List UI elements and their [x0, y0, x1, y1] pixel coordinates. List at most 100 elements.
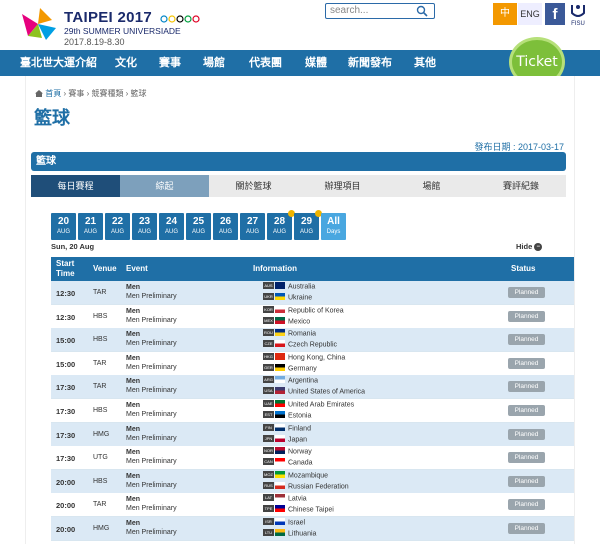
table-row[interactable]: 15:00 HBS Men Men Preliminary ROU Romania CZE C… [51, 328, 574, 353]
nav-item-news[interactable]: 新聞發布 [348, 50, 392, 76]
row-team-2[interactable]: EST Estonia [263, 411, 311, 419]
date-button[interactable]: 29 AUG [294, 210, 322, 240]
row-team-2[interactable]: JPN Japan [263, 434, 307, 443]
row-team-1[interactable]: ARG Argentina [263, 376, 318, 385]
row-team-1[interactable]: KOR Republic of Korea [263, 305, 344, 314]
language-en-button[interactable]: ENG [518, 3, 542, 25]
col-start-time: Start Time [56, 259, 75, 278]
date-button[interactable]: 22 AUG [105, 213, 130, 240]
nav-item-sports[interactable]: 賽事 [159, 50, 181, 76]
row-event-phase: Men Preliminary [126, 434, 177, 442]
row-team-1[interactable]: MOZ Mozambique [263, 470, 329, 480]
row-venue: HMG [93, 430, 110, 438]
breadcrumb-home[interactable]: 首頁 [45, 89, 61, 98]
row-event: Men [126, 284, 140, 291]
date-button[interactable]: 25 AUG [186, 213, 211, 240]
row-team-2[interactable]: UKR Ukraine [263, 293, 312, 301]
table-row[interactable]: 17:30 TAR Men Men Preliminary ARG Argentina US… [51, 375, 574, 400]
country-code: ISR [263, 518, 274, 525]
row-time: 12:30 [56, 289, 76, 298]
row-team-2[interactable]: LTU Lithuania [263, 529, 317, 538]
date-day: 29 [300, 216, 313, 227]
nav-item-culture[interactable]: 文化 [115, 50, 137, 76]
tab-records[interactable]: 賽評紀錄 [476, 175, 566, 197]
table-row[interactable]: 17:30 HBS Men Men Preliminary UAE United Arab… [51, 399, 574, 423]
nav-item-media[interactable]: 媒體 [305, 50, 327, 76]
team-name: Germany [288, 365, 317, 373]
fisu-logo[interactable]: FISU [568, 3, 588, 27]
breadcrumb: 首頁 › 賽事 › 競賽種類 › 籃球 [35, 88, 147, 99]
universiade-rings-icon [160, 15, 200, 23]
table-row[interactable]: 20:00 HBS Men Men Preliminary MOZ Mozambique R… [51, 469, 574, 494]
nav-item-intro[interactable]: 臺北世大運介紹 [20, 50, 97, 76]
row-team-2[interactable]: TPE Chinese Taipei [263, 505, 334, 514]
status-badge: Planned [508, 499, 545, 511]
home-icon [35, 90, 43, 98]
tab-daily-schedule[interactable]: 每日賽程 [31, 175, 120, 197]
country-code: UAE [263, 400, 274, 407]
row-team-2[interactable]: RUS Russian Federation [263, 481, 349, 490]
row-venue: UTG [93, 454, 108, 462]
universiade-logo[interactable]: TAIPEI 2017 29th SUMMER UNIVERSIADE 2017… [20, 4, 220, 48]
tab-events[interactable]: 辦理項目 [298, 175, 387, 197]
status-badge: Planned [508, 523, 545, 534]
row-team-1[interactable]: NOR Norway [263, 447, 312, 456]
flag-icon [275, 316, 285, 324]
row-team-2[interactable]: CAN Canada [263, 458, 313, 467]
date-button[interactable]: 23 AUG [132, 213, 157, 240]
flag-icon [275, 423, 285, 431]
row-team-1[interactable]: LAT Latvia [263, 494, 307, 503]
date-button[interactable]: 21 AUG [78, 213, 103, 240]
date-button[interactable]: 24 AUG [159, 213, 184, 240]
row-event: Men [126, 449, 140, 457]
row-team-2[interactable]: USA United States of America [263, 387, 365, 396]
date-button[interactable]: 27 AUG [240, 213, 265, 240]
date-day: All [327, 216, 340, 227]
team-name: Canada [288, 459, 313, 467]
team-name: Mozambique [288, 472, 329, 480]
nav-item-delegations[interactable]: 代表團 [249, 50, 282, 76]
date-button[interactable]: 20 AUG [51, 213, 76, 240]
date-button[interactable]: All Days [321, 213, 346, 240]
row-team-1[interactable]: UAE United Arab Emirates [263, 400, 355, 409]
tab-bar: 每日賽程 綜起 關於籃球 辦理項目 場館 賽評紀錄 [31, 175, 566, 197]
country-code: HKG [263, 352, 274, 360]
tab-venues[interactable]: 場館 [387, 175, 476, 197]
nav-item-other[interactable]: 其他 [414, 50, 436, 76]
row-event-phase: Men Preliminary [126, 411, 177, 418]
flag-icon [275, 529, 285, 536]
row-team-2[interactable]: GER Germany [263, 363, 317, 373]
flag-icon [275, 518, 285, 525]
row-team-2[interactable]: CZE Czech Republic [263, 340, 337, 349]
hide-toggle[interactable]: Hide − [516, 242, 543, 252]
table-row[interactable]: 12:30 TAR Men Men Preliminary AUS Australia UK… [51, 281, 574, 305]
country-code: USA [263, 387, 274, 395]
date-month: AUG [110, 229, 124, 235]
row-team-1[interactable]: ISR Israel [263, 518, 305, 526]
row-team-1[interactable]: FIN Finland [263, 423, 311, 432]
row-team-1[interactable]: HKG Hong Kong, China [263, 352, 345, 361]
date-day: 23 [138, 216, 151, 227]
team-name: United Arab Emirates [288, 401, 355, 409]
date-button[interactable]: 26 AUG [213, 213, 238, 240]
search-icon[interactable] [415, 4, 429, 18]
date-button[interactable]: 28 AUG [267, 210, 295, 240]
team-name: Argentina [288, 377, 318, 385]
table-row[interactable]: 17:30 HMG Men Men Preliminary FIN Finland JPN J… [51, 422, 574, 447]
team-name: Lithuania [288, 530, 317, 538]
language-zh-button[interactable]: 中 [493, 3, 517, 25]
nav-item-venues[interactable]: 場館 [203, 50, 225, 76]
table-row[interactable]: 17:30 UTG Men Men Preliminary NOR Norway CAN Ca… [51, 446, 574, 471]
table-row[interactable]: 12:30 HBS Men Men Preliminary KOR Republic of… [51, 304, 574, 329]
table-row[interactable]: 15:00 TAR Men Men Preliminary HKG Hong Kong, … [51, 351, 574, 376]
facebook-icon[interactable]: f [545, 3, 565, 25]
row-team-2[interactable]: MEX Mexico [263, 316, 310, 325]
tab-about[interactable]: 關於籃球 [209, 175, 298, 197]
table-row[interactable]: 20:00 HMG Men Men Preliminary ISR Israel LTU Li… [51, 517, 574, 541]
tab-overview[interactable]: 綜起 [120, 175, 209, 197]
row-event-phase: Men Preliminary [126, 529, 177, 536]
country-code: ARG [263, 376, 274, 384]
row-team-1[interactable]: AUS Australia [263, 282, 315, 290]
table-row[interactable]: 20:00 TAR Men Men Preliminary LAT Latvia TPE Ch… [51, 493, 574, 518]
row-team-1[interactable]: ROU Romania [263, 329, 316, 338]
